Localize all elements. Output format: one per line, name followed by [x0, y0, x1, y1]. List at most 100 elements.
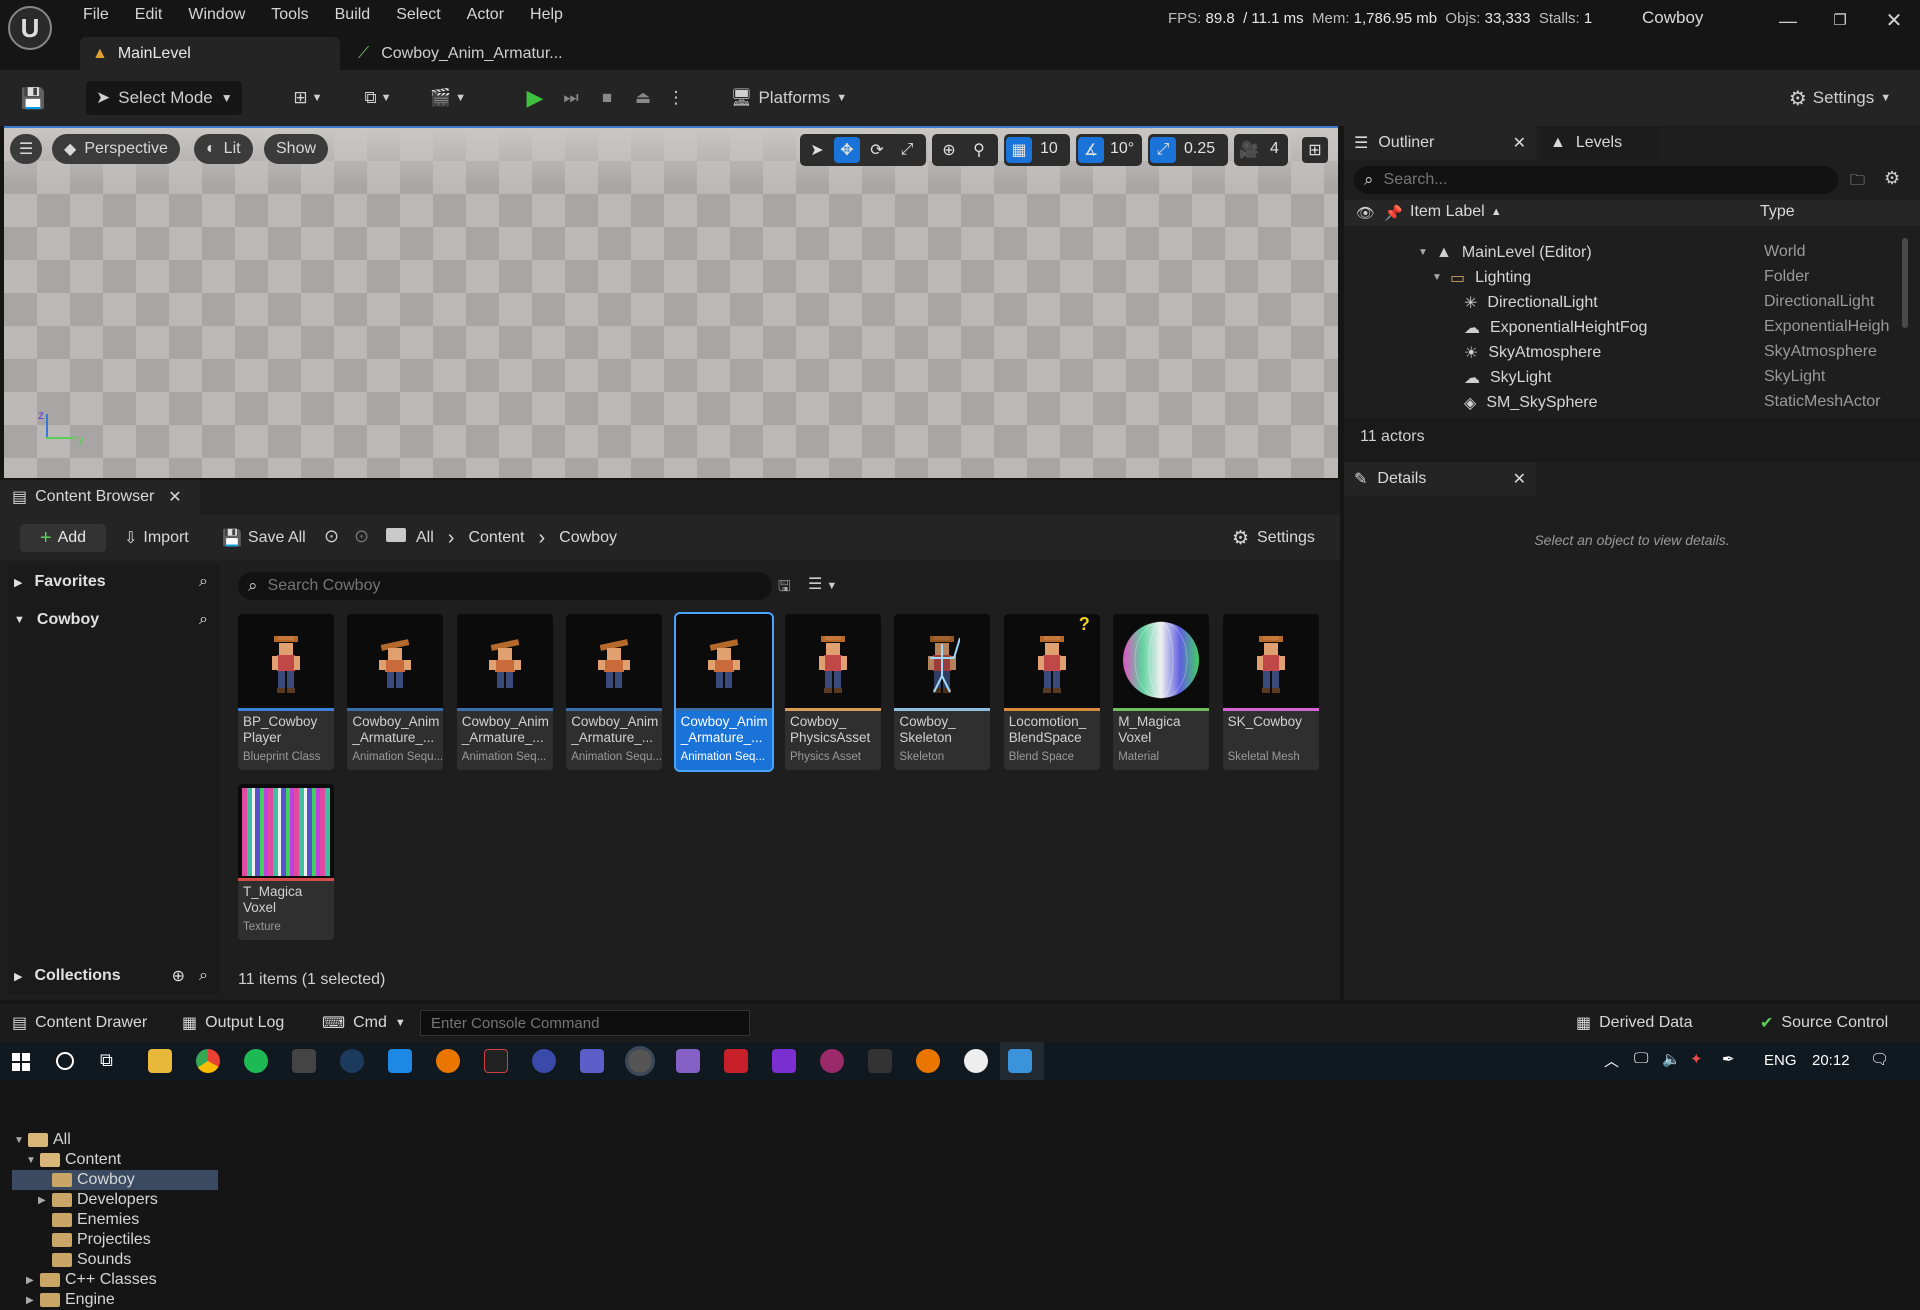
scale-snap-icon[interactable]: ⤢	[1150, 137, 1176, 163]
menu-tools[interactable]: Tools	[258, 0, 321, 30]
import-button[interactable]: ⇩ Import	[124, 524, 189, 552]
network-icon[interactable]: 🖵	[1634, 1050, 1648, 1067]
chevron-right-icon[interactable]: ▶	[26, 1275, 40, 1286]
tab-anim-asset[interactable]: ⟋ Cowboy_Anim_Armatur...	[348, 37, 598, 70]
restore-button[interactable]: ❐	[1818, 6, 1862, 36]
notification-icon[interactable]: 🗨	[1870, 1050, 1889, 1068]
search-icon[interactable]: ⌕	[199, 611, 208, 629]
translate-tool-icon[interactable]: ✥	[834, 137, 860, 163]
collections-header[interactable]: ▶ Collections ⊕ ⌕	[14, 964, 214, 988]
layout-icon[interactable]: ⊞	[1302, 137, 1328, 163]
platforms-dropdown[interactable]: 🖥 Platforms ▼	[724, 81, 854, 115]
add-collection-icon[interactable]: ⊕	[172, 966, 185, 986]
file-explorer-icon[interactable]	[148, 1049, 172, 1073]
asset-tile[interactable]: T_Magica Voxel Texture	[238, 784, 334, 940]
menu-help[interactable]: Help	[517, 0, 576, 30]
media-app-icon[interactable]	[724, 1049, 748, 1073]
viewport-menu-button[interactable]: ☰	[10, 134, 42, 164]
item-label-column[interactable]: Item Label ▲	[1410, 203, 1502, 221]
terminal-app-icon[interactable]	[484, 1049, 508, 1073]
recorder-icon[interactable]	[820, 1049, 844, 1073]
asset-search-box[interactable]: ⌕	[238, 572, 772, 600]
unreal-logo-icon[interactable]: U	[8, 6, 52, 50]
chevron-down-icon[interactable]: ▼	[26, 1155, 40, 1166]
teams-icon[interactable]	[580, 1049, 604, 1073]
rotation-snap-icon[interactable]: ∡	[1078, 137, 1104, 163]
save-all-button[interactable]: 💾 Save All	[222, 524, 306, 552]
asset-tile[interactable]: Cowboy_Anim _Armature_... Animation Seq..…	[456, 614, 553, 770]
favorites-header[interactable]: ▶ Favorites ⌕	[14, 570, 214, 594]
close-icon[interactable]: ✕	[168, 487, 181, 507]
derived-data-button[interactable]: ▦ Derived Data	[1576, 1013, 1693, 1033]
vscode-icon[interactable]	[388, 1049, 412, 1073]
pin-icon[interactable]: 📌	[1384, 204, 1403, 222]
asset-tile[interactable]: Cowboy_ PhysicsAsset Physics Asset	[785, 614, 881, 770]
spotify-icon[interactable]	[244, 1049, 268, 1073]
outliner-settings-icon[interactable]: ⚙	[1884, 168, 1900, 189]
add-button[interactable]: + Add	[20, 524, 106, 552]
console-input[interactable]	[420, 1010, 750, 1036]
search-icon[interactable]: ⌕	[199, 573, 208, 591]
save-search-icon[interactable]: 🖫	[778, 576, 791, 601]
chevron-down-icon[interactable]: ▼	[14, 1135, 28, 1146]
play-button[interactable]: ▶	[520, 81, 550, 115]
outliner-tab[interactable]: ☰ Outliner ✕	[1344, 126, 1536, 160]
clock[interactable]: 20:12	[1812, 1052, 1850, 1069]
scale-tool-icon[interactable]: ⤢	[894, 137, 920, 163]
cb-settings-button[interactable]: ⚙ Settings	[1232, 524, 1315, 552]
asset-tile[interactable]: SK_Cowboy Skeletal Mesh	[1222, 614, 1319, 770]
grid-snap-icon[interactable]: ▦	[1006, 137, 1032, 163]
tab-mainlevel[interactable]: ▲ MainLevel	[80, 37, 340, 70]
menu-file[interactable]: File	[70, 0, 122, 30]
output-log-button[interactable]: ▦ Output Log	[182, 1013, 284, 1033]
menu-select[interactable]: Select	[383, 0, 453, 30]
visual-studio-icon[interactable]	[676, 1049, 700, 1073]
unity-icon[interactable]	[625, 1046, 655, 1076]
cmd-dropdown[interactable]: ⌨ Cmd ▼	[322, 1013, 406, 1033]
language-indicator[interactable]: ENG	[1764, 1052, 1797, 1069]
select-tool-icon[interactable]: ➤	[804, 137, 830, 163]
filter-icon[interactable]: ☰ ▼	[808, 574, 837, 594]
visibility-eye-icon[interactable]: 👁	[1356, 204, 1375, 222]
folder-tree-item[interactable]: ▶ Engine	[26, 1290, 220, 1310]
asset-tile[interactable]: BP_Cowboy Player Blueprint Class	[238, 614, 334, 770]
calculator-icon[interactable]	[292, 1049, 316, 1073]
dropbox-icon[interactable]: ✦	[1690, 1050, 1703, 1068]
pen-tray-icon[interactable]: ✒	[1722, 1050, 1735, 1068]
folder-tree-item[interactable]: ▼ Content	[26, 1150, 220, 1170]
search-circle-icon[interactable]	[56, 1052, 74, 1070]
rider-icon[interactable]	[772, 1049, 796, 1073]
browser-app-icon[interactable]	[532, 1049, 556, 1073]
volume-icon[interactable]: 🔈	[1662, 1050, 1681, 1068]
blender-icon[interactable]	[436, 1049, 460, 1073]
steam-icon[interactable]	[340, 1049, 364, 1073]
stop-button[interactable]: ■	[592, 81, 622, 115]
close-icon[interactable]: ✕	[1513, 469, 1526, 489]
asset-tile[interactable]: Cowboy_Anim _Armature_... Animation Sequ.…	[347, 614, 444, 770]
cowboy-header[interactable]: ▼ Cowboy ⌕	[14, 608, 214, 632]
outliner-row[interactable]: ☁ SkyLight	[1446, 365, 1551, 390]
outliner-row[interactable]: ☀ SkyAtmosphere	[1446, 340, 1601, 365]
details-tab[interactable]: ✎ Details ✕	[1344, 462, 1536, 496]
advance-frame-button[interactable]: ⏭	[556, 81, 586, 115]
task-view-icon[interactable]: ⧉	[100, 1050, 113, 1071]
asset-search-input[interactable]	[267, 577, 748, 595]
lit-button[interactable]: ◐ Lit	[194, 134, 253, 164]
outliner-search-box[interactable]: ⌕	[1354, 166, 1838, 194]
folder-tree-item[interactable]: ▶ C++ Classes	[26, 1270, 220, 1290]
settings-dropdown[interactable]: ⚙ Settings ▼	[1782, 81, 1898, 115]
close-icon[interactable]: ✕	[1513, 133, 1526, 153]
outliner-row[interactable]: ▼ ▭ Lighting	[1432, 265, 1531, 290]
level-viewport[interactable]: ☰ ◆ Perspective ◐ Lit Show ➤ ✥ ⟳ ⤢ ⊕ ⚲ ▦ 1…	[4, 126, 1338, 478]
unreal-taskbar-icon[interactable]	[964, 1049, 988, 1073]
folder-tree-item[interactable]: Projectiles	[38, 1230, 220, 1250]
menu-window[interactable]: Window	[175, 0, 258, 30]
eject-button[interactable]: ⏏	[628, 81, 658, 115]
cinematics-button[interactable]: 🎬 ▼	[424, 81, 472, 115]
chevron-right-icon[interactable]: ▶	[26, 1295, 40, 1306]
windows-start-icon[interactable]	[12, 1053, 30, 1071]
perspective-button[interactable]: ◆ Perspective	[52, 134, 180, 164]
outliner-search-input[interactable]	[1383, 171, 1814, 189]
folder-tree-item[interactable]: Enemies	[38, 1210, 220, 1230]
more-options-icon[interactable]: ⋮	[664, 81, 688, 115]
